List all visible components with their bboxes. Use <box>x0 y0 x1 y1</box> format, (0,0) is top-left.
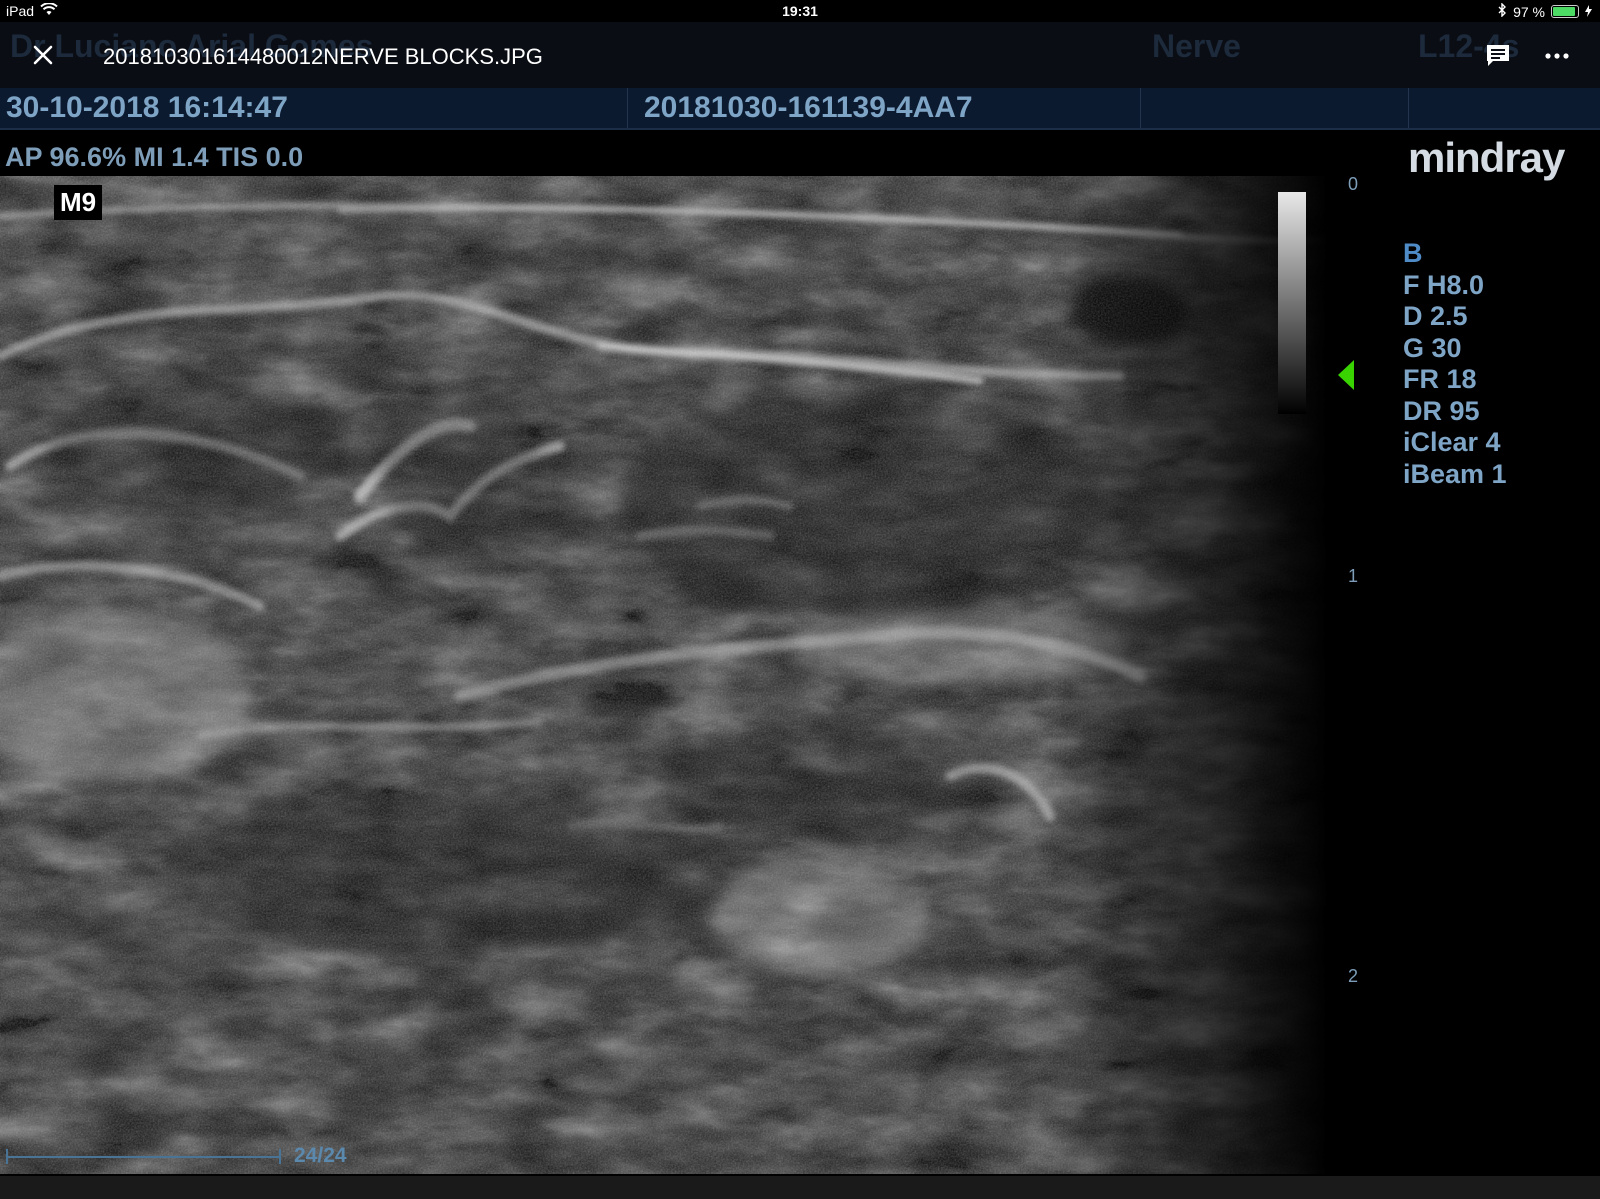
param-mode: B <box>1403 238 1423 268</box>
battery-icon <box>1551 5 1579 18</box>
ultrasound-image[interactable] <box>0 176 1398 1174</box>
bluetooth-icon <box>1498 2 1507 20</box>
exam-datetime: 30-10-2018 16:14:47 <box>6 91 288 124</box>
divider <box>1408 88 1409 128</box>
cine-end-marker <box>279 1149 281 1164</box>
param-gain: G 30 <box>1403 332 1462 363</box>
bottom-bar <box>0 1176 1600 1199</box>
divider <box>1140 88 1141 128</box>
ghost-nerve-text: Nerve <box>1152 28 1241 64</box>
exam-id: 20181030-161139-4AA7 <box>644 91 973 124</box>
grayscale-bar <box>1278 192 1306 414</box>
param-dynamic-range: DR 95 <box>1403 395 1480 426</box>
more-button[interactable] <box>1542 42 1572 70</box>
cine-progress-bar[interactable] <box>6 1156 280 1158</box>
close-button[interactable] <box>28 40 58 70</box>
ultrasound-texture <box>0 176 1398 1174</box>
status-time: 19:31 <box>782 3 818 19</box>
focus-marker[interactable] <box>1338 360 1354 390</box>
file-name: 201810301614480012NERVE BLOCKS.JPG <box>103 44 543 69</box>
param-ibeam: iBeam 1 <box>1403 458 1507 489</box>
more-icon <box>1545 53 1569 59</box>
preset-label: M9 <box>54 185 103 220</box>
param-frequency: F H8.0 <box>1403 269 1485 300</box>
divider <box>627 88 628 128</box>
comment-button[interactable] <box>1484 42 1512 70</box>
depth-tick: 2 <box>1348 966 1359 986</box>
imaging-parameter-list: B F H8.0 D 2.5 G 30 FR 18 DR 95 iClear 4… <box>1403 238 1507 490</box>
depth-tick: 1 <box>1348 566 1359 586</box>
depth-tick: 0 <box>1348 174 1359 194</box>
param-depth: D 2.5 <box>1403 301 1468 331</box>
close-icon <box>33 45 53 65</box>
mindray-logo: mindray <box>1408 134 1565 181</box>
exam-info-strip: 30-10-2018 16:14:47 20181030-161139-4AA7 <box>0 88 1600 130</box>
status-bar: iPad 19:31 97 % <box>0 0 1600 22</box>
param-frame-rate: FR 18 <box>1403 364 1477 394</box>
acoustic-power-readout: AP 96.6% MI 1.4 TIS 0.0 <box>5 142 304 172</box>
comment-icon <box>1487 45 1509 66</box>
viewer-toolbar: Dr Luciano Arial Gomes Nerve L12-4s 2018… <box>0 22 1600 88</box>
battery-percent: 97 % <box>1513 3 1545 20</box>
param-iclear: iClear 4 <box>1403 427 1501 457</box>
cine-frame-counter: 24/24 <box>294 1144 347 1167</box>
charging-icon <box>1585 4 1592 20</box>
